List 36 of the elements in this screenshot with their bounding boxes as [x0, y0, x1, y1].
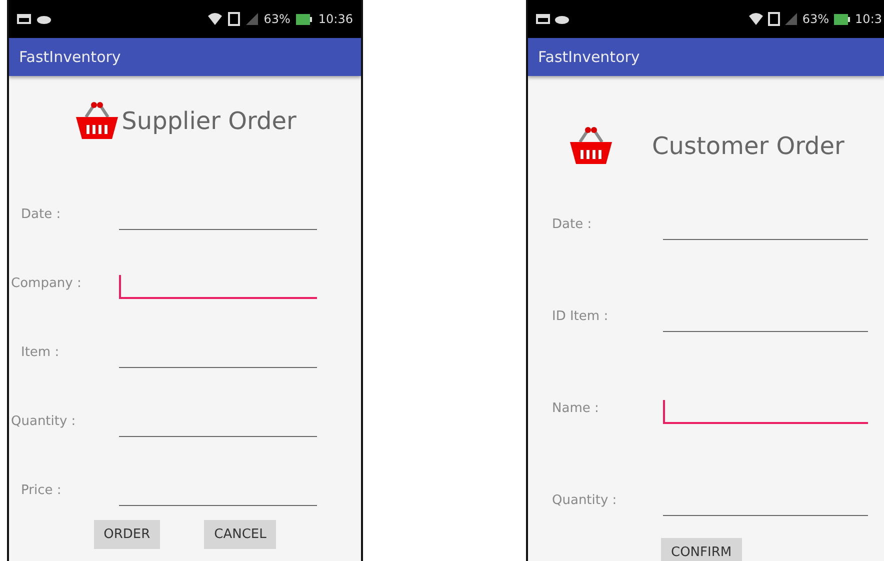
cloud-icon	[37, 14, 51, 24]
sim-icon	[228, 12, 240, 26]
form-title: Customer Order	[652, 132, 844, 160]
picture-icon	[17, 14, 31, 24]
field-label: Quantity :	[551, 493, 618, 510]
battery-percent: 63%	[264, 12, 290, 26]
sim-icon	[768, 12, 780, 26]
field-label: ID Item :	[551, 309, 610, 326]
signal-icon	[785, 13, 798, 25]
form-title: Supplier Order	[122, 107, 296, 135]
action-button[interactable]: CONFIRM	[661, 538, 742, 561]
app-title: FastInventory	[538, 48, 640, 66]
wifi-icon	[749, 13, 764, 25]
basket-icon	[74, 101, 120, 141]
field-label: Item :	[20, 345, 60, 362]
app-title: FastInventory	[19, 48, 121, 66]
field-label: Quantity :	[10, 414, 77, 431]
field-label: Name :	[551, 401, 600, 418]
basket-icon	[568, 126, 614, 166]
input-field[interactable]	[119, 275, 317, 299]
action-button[interactable]: CANCEL	[204, 520, 276, 549]
picture-icon	[536, 14, 550, 24]
clock-time: 10:3	[855, 12, 882, 26]
field-label: Price :	[20, 483, 62, 500]
battery-icon	[834, 14, 850, 24]
field-label: Date :	[20, 207, 62, 224]
signal-icon	[246, 13, 258, 25]
cloud-icon	[555, 14, 569, 24]
wifi-icon	[208, 13, 222, 25]
action-button[interactable]: ORDER	[94, 520, 160, 549]
input-field[interactable]	[663, 400, 868, 424]
battery-icon	[296, 14, 312, 24]
battery-percent: 63%	[802, 12, 830, 26]
field-label: Date :	[551, 217, 593, 234]
clock-time: 10:36	[318, 12, 353, 26]
field-label: Company :	[10, 276, 82, 293]
